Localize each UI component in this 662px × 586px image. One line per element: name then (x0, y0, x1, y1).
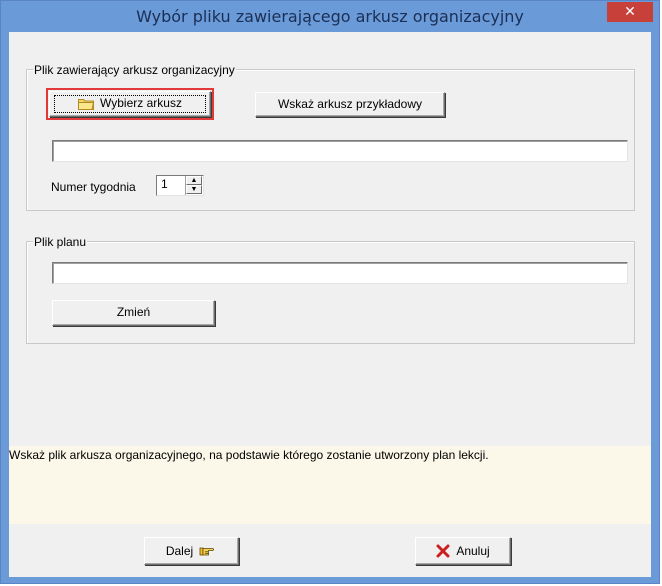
close-button[interactable]: ✕ (607, 2, 653, 22)
week-number-label: Numer tygodnia (51, 180, 136, 194)
hint-panel: Wskaż plik arkusza organizacyjnego, na p… (9, 446, 651, 524)
dialog-client-area: Plik zawierający arkusz organizacyjny Wy… (9, 32, 651, 577)
next-button[interactable]: Dalej (144, 537, 239, 565)
plan-file-group-legend: Plik planu (33, 235, 88, 249)
next-button-label: Dalej (165, 544, 194, 558)
change-plan-button-label: Zmień (116, 305, 151, 319)
plan-path-field[interactable] (52, 262, 628, 284)
spin-up-icon[interactable]: ▲ (186, 176, 202, 185)
week-number-stepper[interactable]: 1 ▲ ▼ (156, 175, 204, 196)
cancel-button[interactable]: Anuluj (415, 537, 511, 565)
red-x-icon (436, 544, 450, 558)
window-title: Wybór pliku zawierającego arkusz organiz… (136, 7, 524, 26)
stepper-arrows: ▲ ▼ (185, 176, 203, 195)
change-plan-button[interactable]: Zmień (52, 300, 215, 326)
example-sheet-button-label: Wskaż arkusz przykładowy (277, 97, 423, 111)
folder-icon (78, 98, 95, 110)
sheet-path-field[interactable] (52, 140, 628, 162)
choose-sheet-button[interactable]: Wybierz arkusz (46, 88, 214, 120)
close-icon: ✕ (624, 4, 636, 20)
sheet-file-group-legend: Plik zawierający arkusz organizacyjny (33, 63, 236, 77)
example-sheet-button[interactable]: Wskaż arkusz przykładowy (255, 92, 445, 117)
plan-file-group (26, 241, 635, 344)
pointing-hand-icon (199, 547, 215, 556)
hint-text: Wskaż plik arkusza organizacyjnego, na p… (9, 448, 489, 462)
spin-down-icon[interactable]: ▼ (186, 185, 202, 194)
dialog-window: Wybór pliku zawierającego arkusz organiz… (0, 0, 660, 584)
title-bar[interactable]: Wybór pliku zawierającego arkusz organiz… (1, 1, 659, 32)
choose-sheet-button-label: Wybierz arkusz (100, 96, 182, 110)
week-number-value: 1 (161, 177, 168, 191)
cancel-button-label: Anuluj (456, 544, 490, 558)
